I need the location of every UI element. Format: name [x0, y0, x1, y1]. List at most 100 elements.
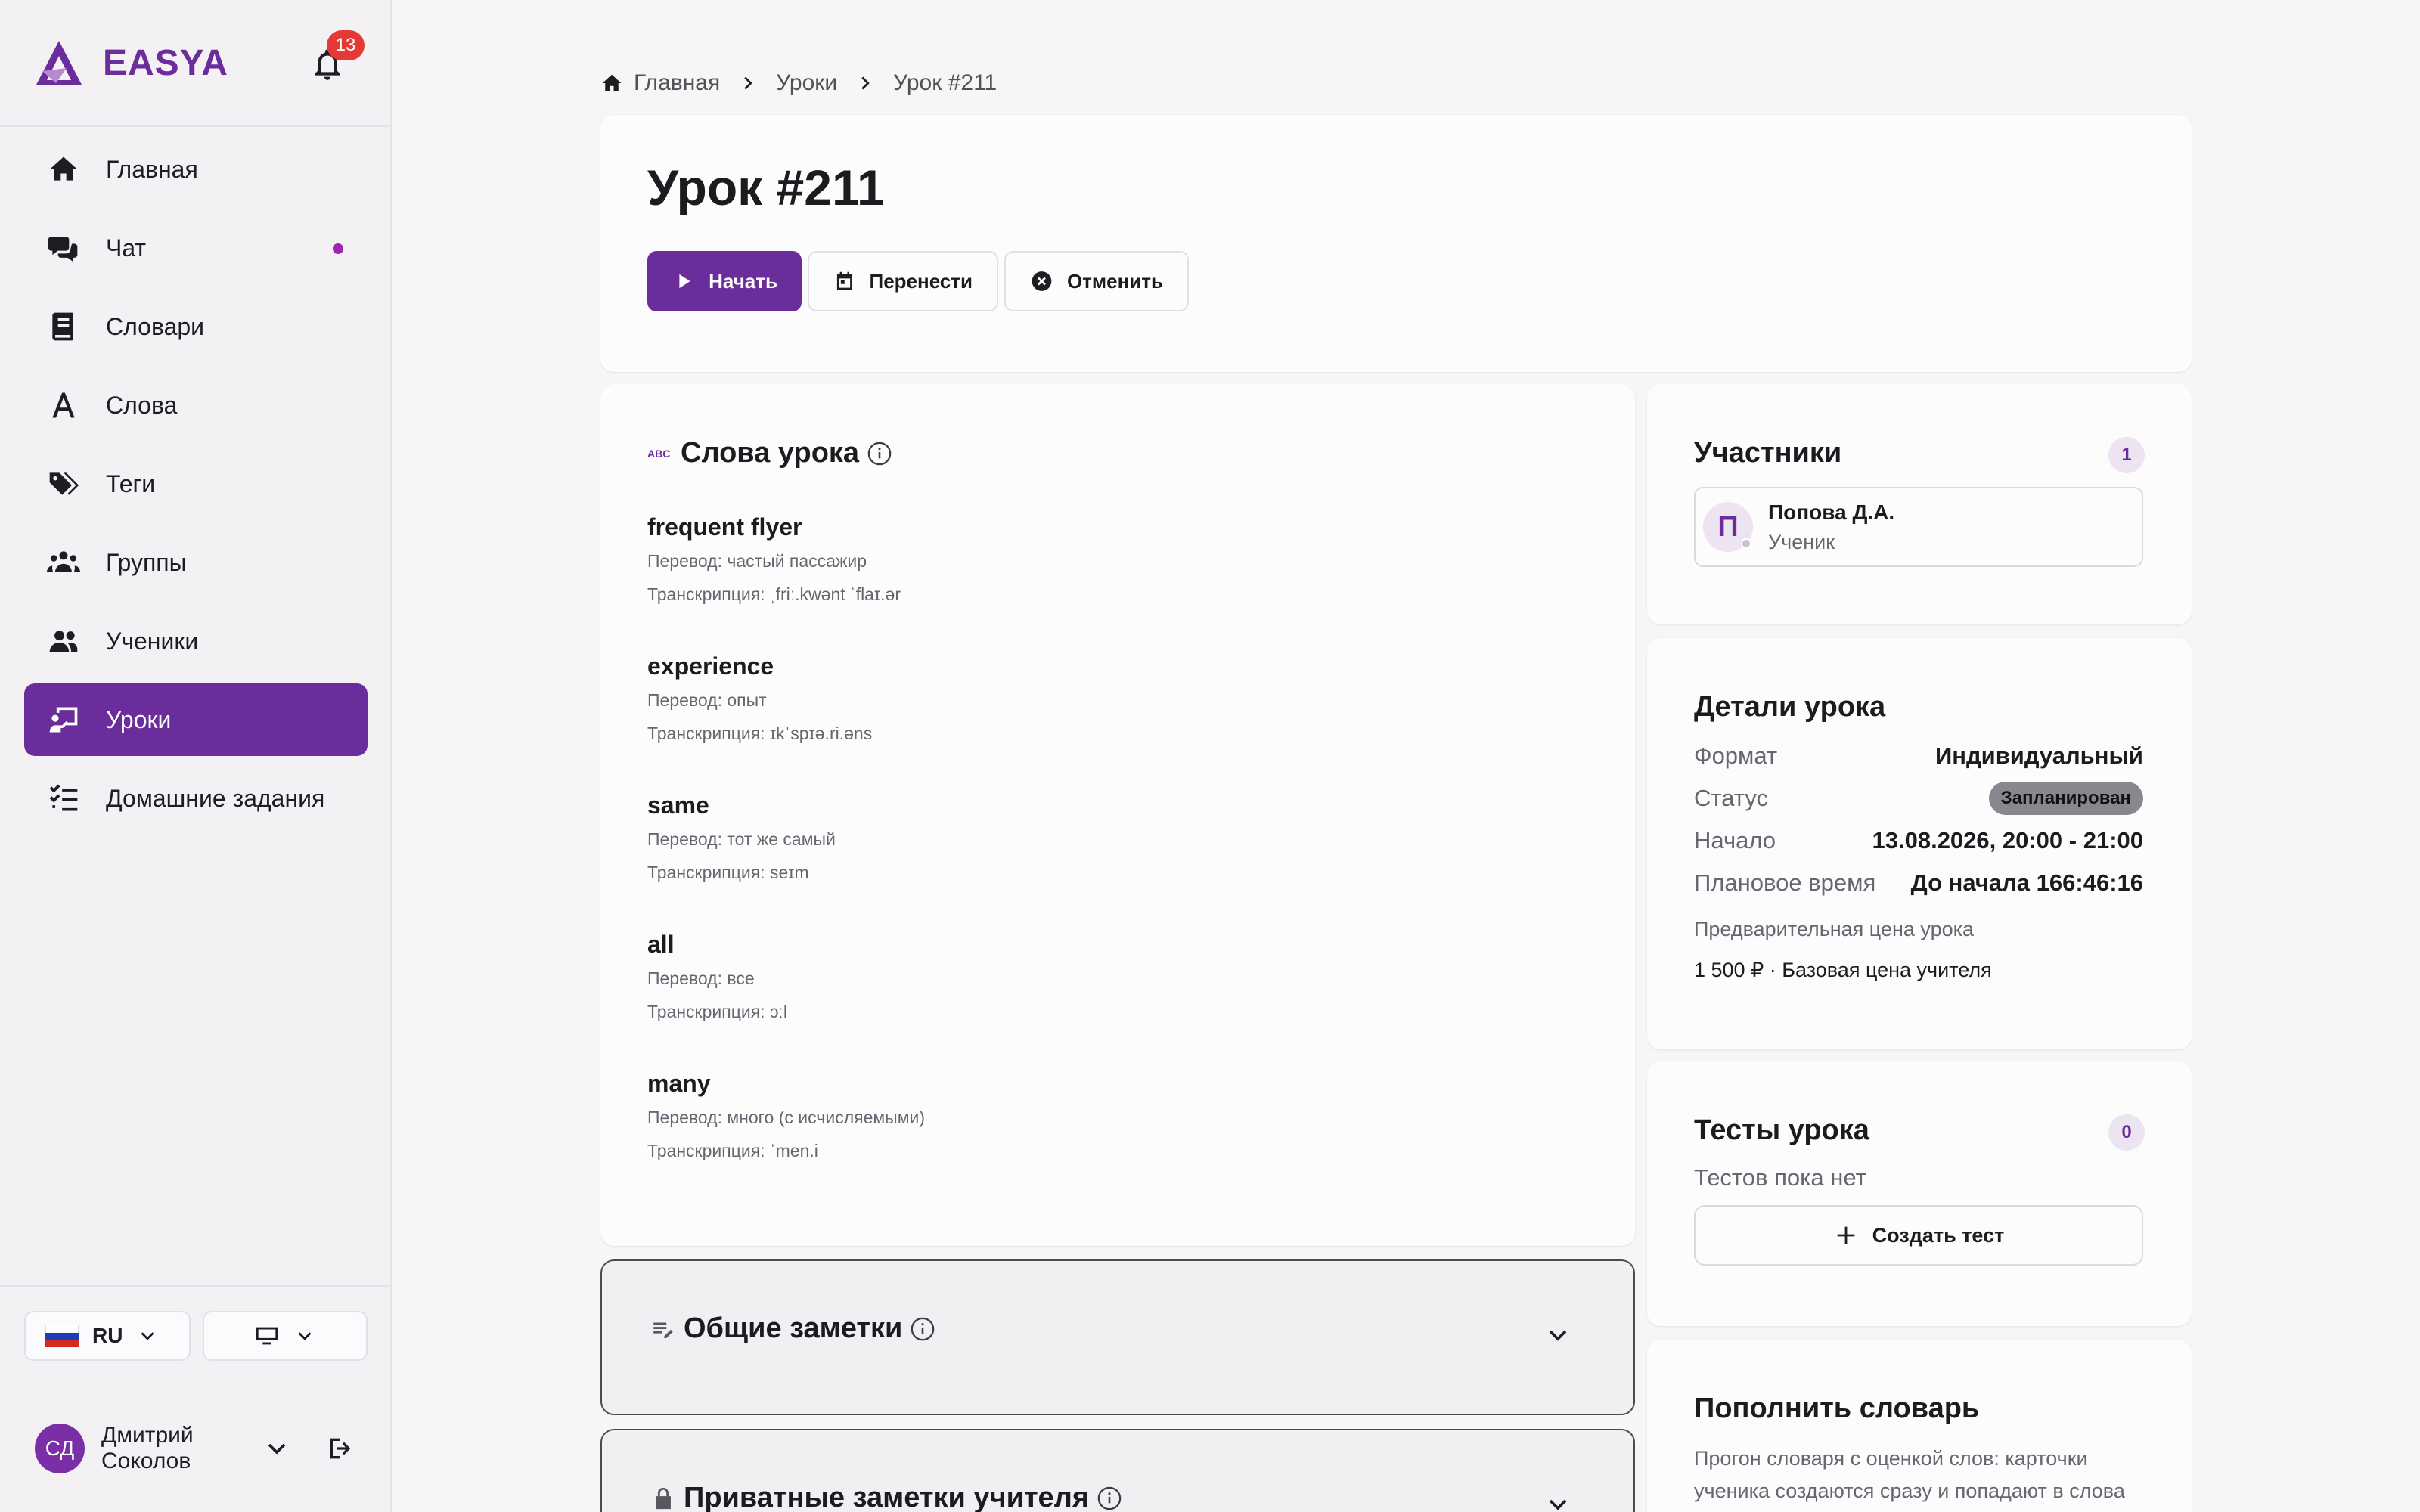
sidebar-item-students[interactable]: Ученики: [24, 605, 368, 677]
sidebar-item-label: Ученики: [106, 627, 199, 655]
participants-count-badge: 1: [2108, 437, 2145, 473]
list-item: same Перевод: тот же самый Транскрипция:…: [647, 788, 1555, 927]
private-notes-panel[interactable]: Приватные заметки учителя: [600, 1429, 1635, 1512]
word-term: many: [647, 1070, 711, 1097]
status-badge: Запланирован: [1988, 782, 2143, 815]
private-notes-title: Приватные заметки учителя: [650, 1482, 1122, 1512]
detail-label: Начало: [1694, 827, 1776, 854]
chevron-down-icon[interactable]: [1543, 1489, 1573, 1512]
word-translation: Перевод: частый пассажир: [647, 551, 867, 571]
general-notes-title: Общие заметки: [650, 1312, 935, 1345]
unread-dot: [333, 243, 343, 254]
participants-card: Участники 1 П Попова Д.А. Ученик: [1647, 384, 2192, 624]
sidebar-item-home[interactable]: Главная: [24, 133, 368, 206]
detail-label: Статус: [1694, 785, 1768, 811]
create-test-label: Создать тест: [1872, 1223, 2005, 1247]
sidebar-item-label: Главная: [106, 155, 198, 183]
start-label: Начать: [709, 269, 777, 293]
info-icon[interactable]: [910, 1316, 935, 1342]
word-translation: Перевод: все: [647, 968, 755, 988]
chevron-right-icon: [861, 76, 870, 90]
detail-planned-time: Плановое время До начала 166:46:16: [1694, 862, 2143, 904]
russia-flag-icon: [45, 1325, 79, 1348]
language-select[interactable]: RU: [24, 1311, 191, 1361]
chevron-down-icon: [141, 1332, 154, 1340]
sidebar-item-lessons[interactable]: Уроки: [24, 683, 368, 756]
breadcrumb-home[interactable]: Главная: [634, 70, 720, 96]
dictionary-description: Прогон словаря с оценкой слов: карточки …: [1694, 1447, 2125, 1502]
lesson-details-card: Детали урока Формат Индивидуальный Стату…: [1647, 638, 2192, 1049]
notification-count-badge: 13: [327, 30, 365, 60]
cancel-lesson-button[interactable]: Отменить: [1004, 251, 1189, 311]
abc-icon: ABC: [647, 447, 671, 460]
cancel-label: Отменить: [1066, 269, 1163, 293]
tests-title: Тесты урока: [1694, 1114, 1869, 1146]
words-list: frequent flyer Перевод: частый пассажир …: [647, 510, 1555, 1205]
sidebar-item-groups[interactable]: Группы: [24, 526, 368, 599]
fill-dictionary-card: Пополнить словарь Прогон словаря с оценк…: [1647, 1340, 2192, 1512]
logout-icon[interactable]: [325, 1433, 355, 1464]
tags-icon: [49, 472, 79, 495]
sidebar-item-tags[interactable]: Теги: [24, 448, 368, 520]
start-lesson-button[interactable]: Начать: [647, 251, 802, 311]
chevron-down-icon: [298, 1332, 312, 1340]
participants-title: Участники: [1694, 437, 1842, 469]
plus-icon: [1837, 1226, 1855, 1244]
logo-icon: [36, 41, 82, 85]
list-item: many Перевод: много (с исчисляемыми) Тра…: [647, 1066, 1555, 1205]
sidebar-nav: Главная Чат Словари Слова Теги Группы Уч…: [24, 127, 368, 835]
calendar-icon: [836, 271, 852, 290]
word-transcription: Транскрипция: ˌfriː.kwənt ˈflaɪ.ər: [647, 584, 901, 604]
word-translation: Перевод: тот же самый: [647, 829, 836, 849]
create-test-button[interactable]: Создать тест: [1694, 1205, 2143, 1266]
brand[interactable]: EASYA: [33, 38, 228, 88]
word-term: experience: [647, 652, 774, 680]
word-term: same: [647, 792, 709, 819]
participant-item[interactable]: П Попова Д.А. Ученик: [1694, 487, 2143, 567]
chevron-down-icon[interactable]: [262, 1433, 292, 1464]
reschedule-button[interactable]: Перенести: [808, 251, 998, 311]
lesson-board-icon: [49, 707, 78, 733]
lesson-words-card: ABC Слова урока frequent flyer Перевод: …: [600, 384, 1635, 1246]
home-icon[interactable]: [600, 72, 623, 94]
detail-start: Начало 13.08.2026, 20:00 - 21:00: [1694, 820, 2143, 862]
word-term: frequent flyer: [647, 513, 802, 541]
detail-value: Индивидуальный: [1935, 742, 2143, 769]
user-last-name: Соколов: [101, 1448, 191, 1473]
lesson-tests-card: Тесты урока 0 Тестов пока нет Создать те…: [1647, 1061, 2192, 1326]
chat-icon: [48, 237, 78, 262]
cancel-circle-icon: [1032, 271, 1052, 291]
details-title: Детали урока: [1694, 691, 1886, 723]
breadcrumb-lessons[interactable]: Уроки: [776, 70, 837, 96]
general-notes-panel[interactable]: Общие заметки: [600, 1259, 1635, 1415]
user-menu[interactable]: СД Дмитрий Соколов: [35, 1421, 368, 1476]
monitor-icon: [256, 1327, 278, 1345]
sidebar-item-label: Уроки: [106, 705, 172, 733]
home-icon: [49, 156, 78, 181]
lesson-header-card: Урок #211 Начать Перенести Отменить: [600, 115, 2192, 372]
breadcrumb-current: Урок #211: [893, 70, 997, 95]
dictionary-title: Пополнить словарь: [1694, 1393, 1980, 1424]
info-icon[interactable]: [1097, 1486, 1122, 1511]
user-name: Дмитрий Соколов: [101, 1423, 237, 1474]
sidebar-item-words[interactable]: Слова: [24, 369, 368, 442]
groups-icon: [47, 551, 80, 572]
lesson-words-title: ABC Слова урока: [647, 437, 892, 469]
list-item: all Перевод: все Транскрипция: ɔːl: [647, 927, 1555, 1066]
detail-value: До начала 166:46:16: [1910, 869, 2143, 896]
reschedule-label: Перенести: [869, 269, 973, 293]
info-icon[interactable]: [867, 441, 892, 466]
sidebar-item-chat[interactable]: Чат: [24, 212, 368, 284]
page-title: Урок #211: [647, 160, 885, 215]
theme-select[interactable]: [203, 1311, 368, 1361]
sidebar-item-homework[interactable]: Домашние задания: [24, 762, 368, 835]
avatar-initial: П: [1717, 510, 1739, 543]
chevron-down-icon[interactable]: [1543, 1320, 1573, 1350]
sidebar-item-label: Группы: [106, 548, 187, 576]
sidebar-item-label: Теги: [106, 469, 156, 497]
book-icon: [52, 312, 73, 341]
word-transcription: Транскрипция: ˈmen.i: [647, 1141, 818, 1160]
divider: [0, 1285, 390, 1287]
word-term: all: [647, 931, 675, 958]
sidebar-item-dictionaries[interactable]: Словари: [24, 290, 368, 363]
